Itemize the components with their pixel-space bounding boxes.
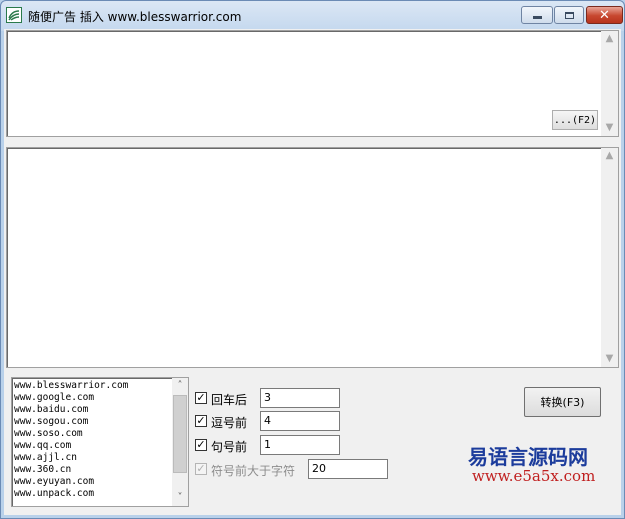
- minimize-button[interactable]: [521, 6, 553, 24]
- option-label: 符号前大于字符: [211, 464, 296, 478]
- minimize-icon: [532, 16, 542, 19]
- close-icon: ✕: [599, 7, 610, 23]
- app-icon[interactable]: [6, 7, 22, 23]
- watermark-title: 易语言源码网: [468, 445, 588, 469]
- domain-list-scrollbar[interactable]: ˄ ˅: [172, 378, 188, 506]
- list-item[interactable]: www.soso.com: [14, 428, 128, 440]
- domain-listbox[interactable]: www.blesswarrior.com www.google.com www.…: [11, 377, 189, 507]
- option-label: 逗号前: [211, 416, 248, 430]
- min-chars-input[interactable]: 20: [308, 459, 388, 479]
- scroll-up-icon[interactable]: ▲: [601, 148, 618, 164]
- option-label: 回车后: [211, 393, 248, 407]
- convert-button[interactable]: 转换(F3): [524, 387, 601, 417]
- maximize-button[interactable]: [554, 6, 584, 24]
- list-item[interactable]: www.360.cn: [14, 464, 128, 476]
- ad-text-scrollbar[interactable]: ▲ ▼: [601, 31, 618, 136]
- scroll-thumb[interactable]: [173, 395, 187, 473]
- list-item[interactable]: www.ajjl.cn: [14, 452, 128, 464]
- scroll-down-icon[interactable]: ▼: [601, 351, 618, 367]
- ad-text-editor[interactable]: ▲ ▼ ...(F2): [6, 30, 619, 137]
- option-label: 句号前: [211, 440, 248, 454]
- scroll-up-icon[interactable]: ▲: [601, 31, 618, 47]
- chevron-up-icon[interactable]: ˄: [172, 378, 188, 394]
- after-enter-input[interactable]: 3: [260, 388, 340, 408]
- before-period-input[interactable]: 1: [260, 435, 340, 455]
- list-item[interactable]: www.google.com: [14, 392, 128, 404]
- title-bar[interactable]: 随便广告 插入 www.blesswarrior.com ✕: [1, 1, 624, 29]
- checkbox-min-chars: ✓: [195, 462, 207, 475]
- output-text-editor[interactable]: ▲ ▼: [6, 147, 619, 368]
- output-text-scrollbar[interactable]: ▲ ▼: [601, 148, 618, 367]
- list-item[interactable]: www.baidu.com: [14, 404, 128, 416]
- maximize-icon: [564, 11, 574, 19]
- app-window: 随便广告 插入 www.blesswarrior.com ✕ ▲ ▼ ...(F…: [0, 0, 625, 519]
- scroll-down-icon[interactable]: ▼: [601, 120, 618, 136]
- before-comma-input[interactable]: 4: [260, 411, 340, 431]
- watermark-url: www.e5a5x.com: [472, 467, 596, 485]
- list-item[interactable]: www.unpack.com: [14, 488, 128, 500]
- chevron-down-icon[interactable]: ˅: [172, 490, 188, 506]
- list-item[interactable]: www.qq.com: [14, 440, 128, 452]
- close-button[interactable]: ✕: [586, 6, 623, 24]
- list-item[interactable]: www.sogou.com: [14, 416, 128, 428]
- list-item[interactable]: www.eyuyan.com: [14, 476, 128, 488]
- domain-list-items: www.blesswarrior.com www.google.com www.…: [14, 380, 128, 500]
- checkbox-before-period[interactable]: ✓: [195, 439, 207, 451]
- browse-f2-button[interactable]: ...(F2): [552, 110, 598, 130]
- checkbox-after-enter[interactable]: ✓: [195, 392, 207, 404]
- checkbox-before-comma[interactable]: ✓: [195, 415, 207, 427]
- list-item[interactable]: www.blesswarrior.com: [14, 380, 128, 392]
- window-title: 随便广告 插入 www.blesswarrior.com: [28, 10, 242, 24]
